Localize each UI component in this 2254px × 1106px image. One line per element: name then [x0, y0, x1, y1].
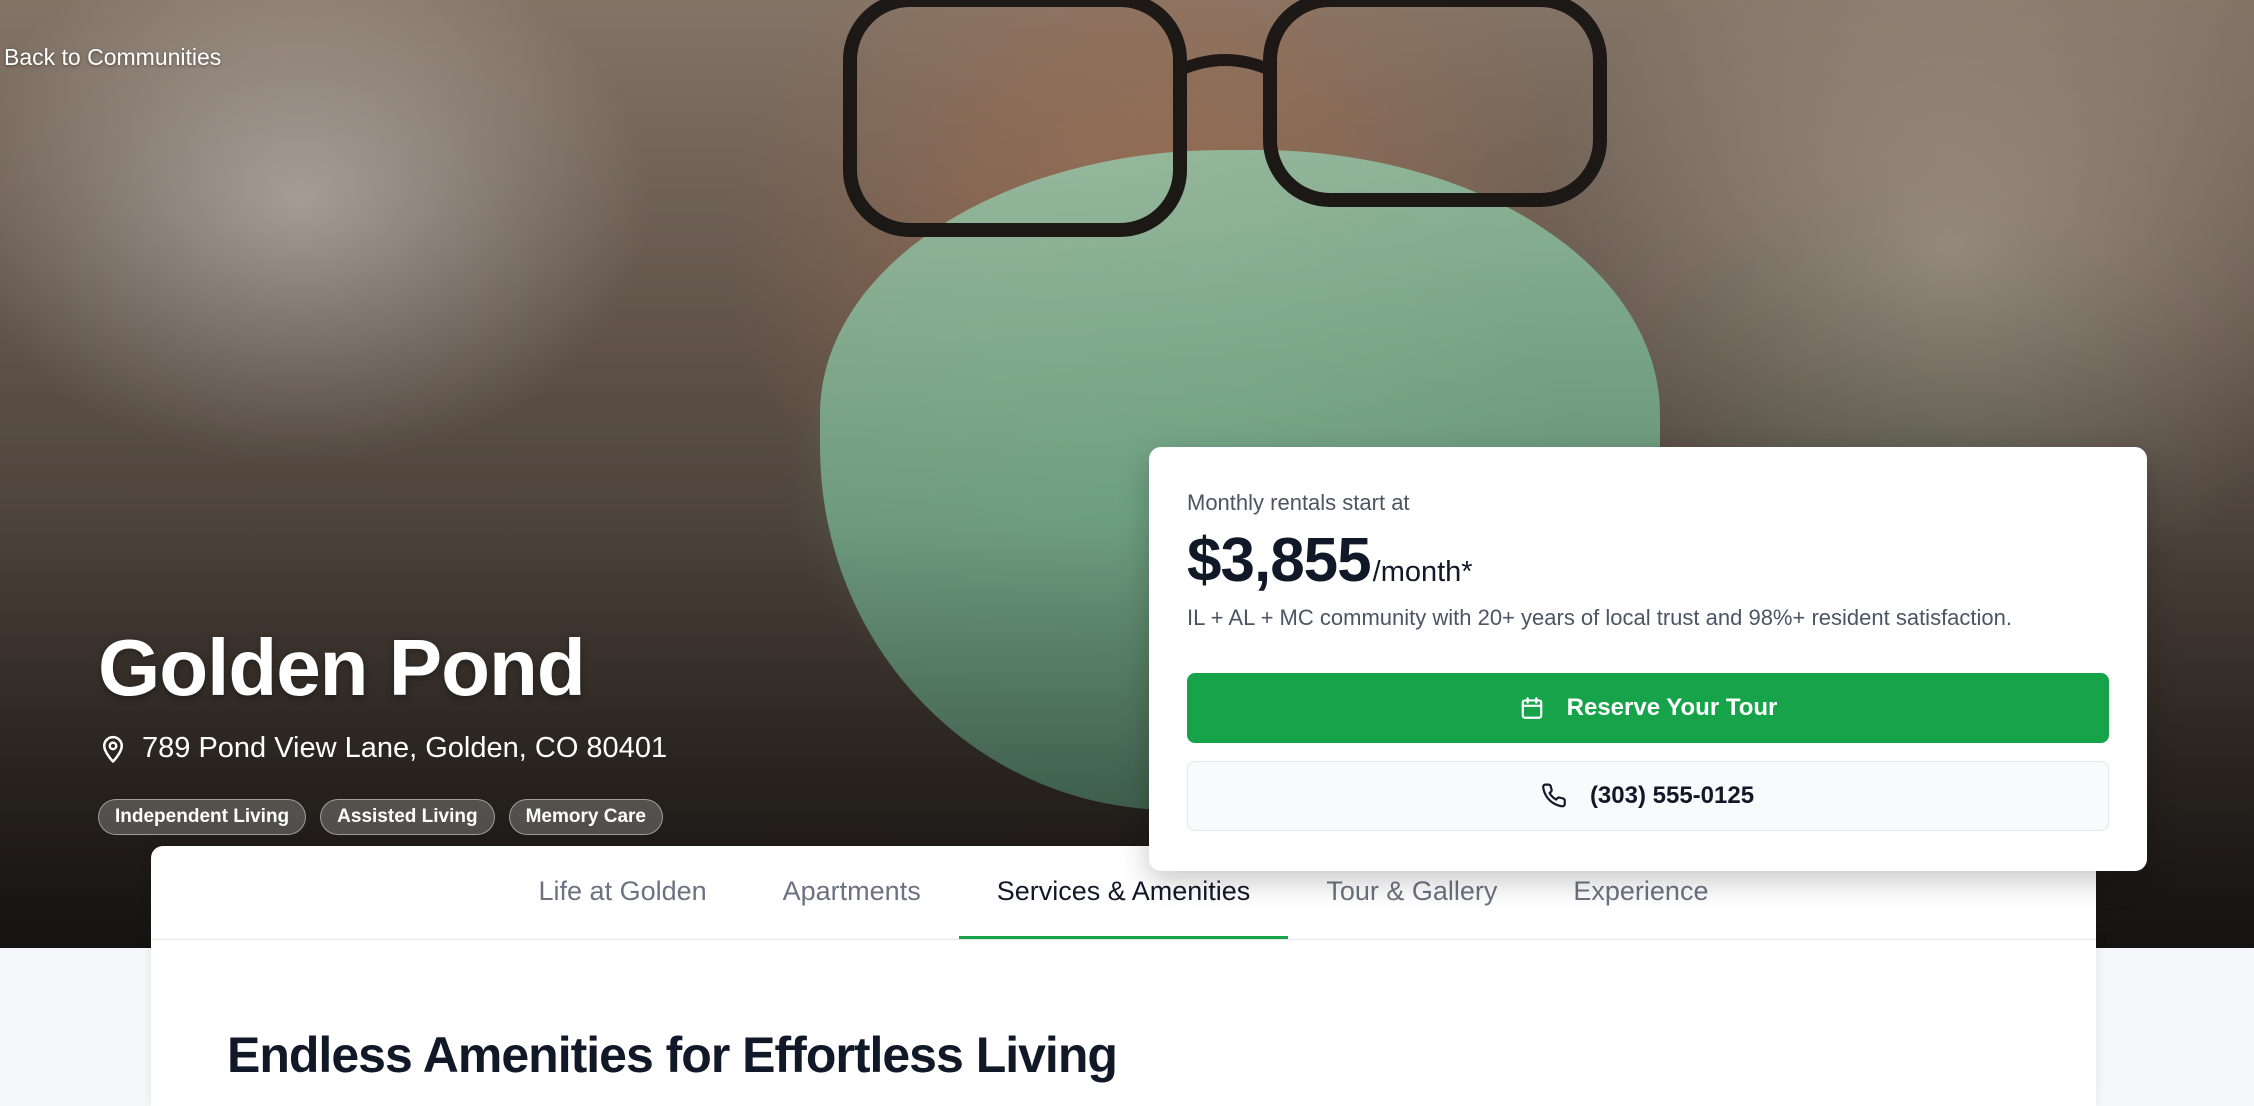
- monthly-price: $3,855: [1187, 526, 1372, 595]
- content-card: Life at Golden Apartments Services & Ame…: [151, 846, 2096, 1106]
- tag-memory-care: Memory Care: [508, 799, 663, 835]
- address-text: 789 Pond View Lane, Golden, CO 80401: [142, 732, 668, 764]
- tab-apartments[interactable]: Apartments: [745, 846, 959, 939]
- pricing-lead: Monthly rentals start at: [1187, 490, 1410, 515]
- map-pin-icon: [103, 735, 123, 763]
- community-address: 789 Pond View Lane, Golden, CO 80401: [98, 732, 667, 765]
- back-to-communities-link[interactable]: Back to Communities: [4, 44, 221, 71]
- phone-icon: [1542, 783, 1566, 808]
- page-title: Golden Pond: [98, 623, 586, 712]
- calendar-icon: [1521, 697, 1542, 719]
- call-phone-button[interactable]: (303) 555-0125: [1187, 761, 2109, 831]
- section-heading: Endless Amenities for Effortless Living: [227, 1027, 1118, 1083]
- price-period: /month*: [1372, 556, 1473, 588]
- reserve-tour-label: Reserve Your Tour: [1566, 694, 1778, 721]
- tag-independent-living: Independent Living: [98, 799, 307, 835]
- pricing-card: Monthly rentals start at $3,855 /month* …: [1149, 447, 2147, 871]
- price-row: $3,855 /month*: [1187, 525, 1473, 596]
- pricing-description: IL + AL + MC community with 20+ years of…: [1187, 605, 2012, 630]
- reserve-tour-button[interactable]: Reserve Your Tour: [1187, 673, 2109, 743]
- tab-life-at-golden[interactable]: Life at Golden: [501, 846, 745, 939]
- care-type-tags: Independent Living Assisted Living Memor…: [98, 799, 663, 835]
- phone-number-label: (303) 555-0125: [1589, 782, 1755, 809]
- tag-assisted-living: Assisted Living: [320, 799, 495, 835]
